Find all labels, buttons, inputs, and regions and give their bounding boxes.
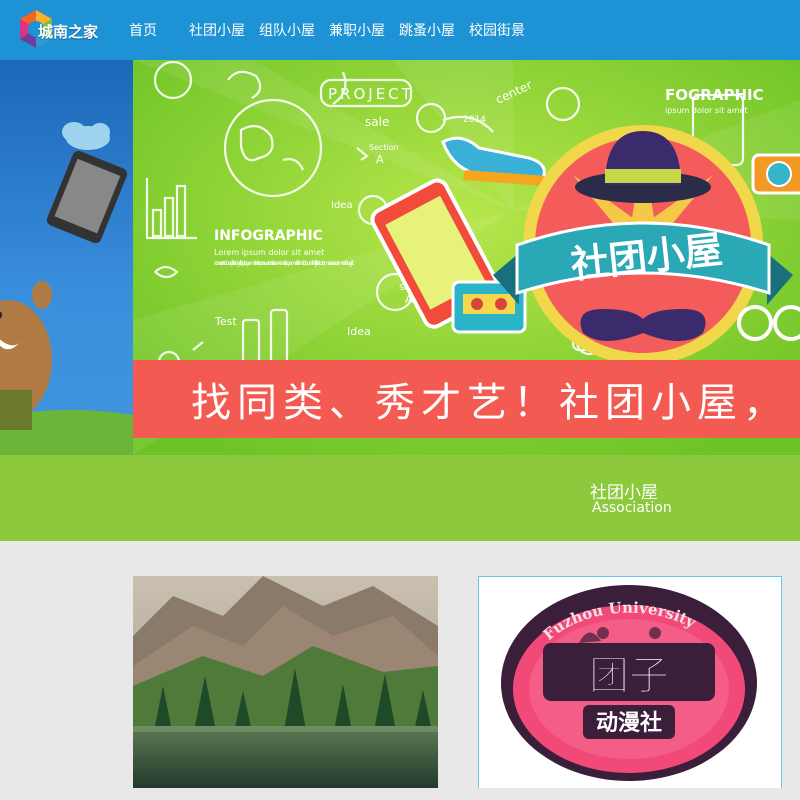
club-card-anime-society[interactable]: Fuzhou University 团子 动漫社 xyxy=(478,576,782,788)
club-logo-main-text: 团子 xyxy=(589,653,669,699)
banner-slogan: 找同类、秀才艺！社团小屋， xyxy=(191,380,789,426)
nav-item-teams[interactable]: 组队小屋 xyxy=(252,20,322,40)
nav-item-campus-view[interactable]: 校园街景 xyxy=(462,20,532,40)
site-logo[interactable]: 城南之家 xyxy=(16,8,106,52)
svg-text:ipsum dolor sit amet: ipsum dolor sit amet xyxy=(665,106,748,115)
svg-text:Idea: Idea xyxy=(347,325,371,338)
nav-item-flea-market[interactable]: 跳蚤小屋 xyxy=(392,20,462,40)
svg-text:INFOGRAPHIC: INFOGRAPHIC xyxy=(214,228,323,244)
svg-text:FOGRAPHIC: FOGRAPHIC xyxy=(665,86,764,104)
nav-item-clubs[interactable]: 社团小屋 xyxy=(182,20,252,40)
svg-text:2014: 2014 xyxy=(463,115,486,125)
svg-text:Section: Section xyxy=(369,143,399,152)
svg-text:consectetur adipiscing elit, q: consectetur adipiscing elit, quisque mol… xyxy=(214,260,355,267)
svg-text:Lorem ipsum dolor sit amet: Lorem ipsum dolor sit amet xyxy=(214,248,324,257)
club-logo-sub-text: 动漫社 xyxy=(596,710,662,736)
svg-text:Idea: Idea xyxy=(331,200,353,211)
svg-text:A: A xyxy=(376,153,384,166)
section-heading-band xyxy=(0,455,800,541)
club-card-landscape-image[interactable] xyxy=(133,576,438,788)
section-subtitle: Association xyxy=(592,500,672,516)
top-navbar: 城南之家 首页 社团小屋 组队小屋 兼职小屋 跳蚤小屋 校园街景 xyxy=(0,0,800,60)
svg-text:Test: Test xyxy=(214,315,237,328)
main-nav: 首页 社团小屋 组队小屋 兼职小屋 跳蚤小屋 校园街景 xyxy=(122,0,532,60)
mountain-lake-photo xyxy=(133,576,438,788)
nav-item-parttime[interactable]: 兼职小屋 xyxy=(322,20,392,40)
cartoon-kid-illustration xyxy=(0,122,133,455)
svg-text:PROJECT: PROJECT xyxy=(328,85,414,103)
banner-prev-slide xyxy=(0,60,133,455)
slogan-strip: 找同类、秀才艺！社团小屋， xyxy=(133,360,800,438)
anime-club-logo: Fuzhou University 团子 动漫社 xyxy=(501,585,757,781)
hero-banner[interactable]: PROJECT sale center 2014 Section A Secti… xyxy=(0,60,800,455)
logo-text: 城南之家 xyxy=(38,23,99,41)
nav-item-home[interactable]: 首页 xyxy=(122,20,164,40)
svg-text:sale: sale xyxy=(365,115,389,129)
